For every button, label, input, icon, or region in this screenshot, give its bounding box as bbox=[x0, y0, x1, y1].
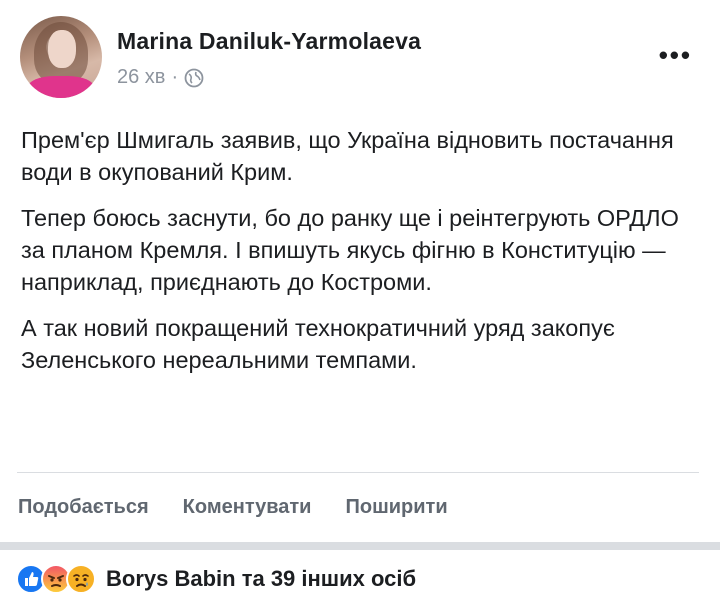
reactions-bar[interactable]: Borys Babin та 39 інших осіб bbox=[16, 564, 416, 594]
avatar-face bbox=[48, 30, 76, 68]
post-meta: 26 хв · bbox=[117, 66, 204, 89]
post-paragraph: А так новий покращений технократичний ур… bbox=[21, 315, 615, 373]
meta-dot: · bbox=[171, 66, 179, 88]
post-header: Marina Daniluk-Yarmolaeva 26 хв · ••• bbox=[20, 16, 700, 100]
post-paragraph: Тепер боюсь заснути, бо до ранку ще і ре… bbox=[21, 205, 679, 295]
post-body: Прем'єр Шмигаль заявив, що Україна відно… bbox=[21, 124, 701, 390]
comment-button[interactable]: Коментувати bbox=[183, 496, 312, 519]
post-paragraph: Прем'єр Шмигаль заявив, що Україна відно… bbox=[21, 127, 674, 185]
sad-icon bbox=[66, 564, 96, 594]
post-time[interactable]: 26 хв bbox=[117, 66, 165, 89]
more-options-icon[interactable]: ••• bbox=[659, 42, 692, 68]
like-button[interactable]: Подобається bbox=[18, 496, 149, 519]
reaction-icons[interactable] bbox=[16, 564, 96, 594]
divider bbox=[17, 472, 699, 473]
avatar-clothing bbox=[28, 76, 94, 98]
share-button[interactable]: Поширити bbox=[345, 496, 447, 519]
reactions-summary[interactable]: Borys Babin та 39 інших осіб bbox=[106, 566, 416, 592]
author-name[interactable]: Marina Daniluk-Yarmolaeva bbox=[117, 28, 421, 55]
post-actions: Подобається Коментувати Поширити bbox=[18, 496, 448, 519]
globe-icon bbox=[184, 68, 204, 87]
author-avatar[interactable] bbox=[20, 16, 102, 98]
section-separator bbox=[0, 542, 720, 550]
